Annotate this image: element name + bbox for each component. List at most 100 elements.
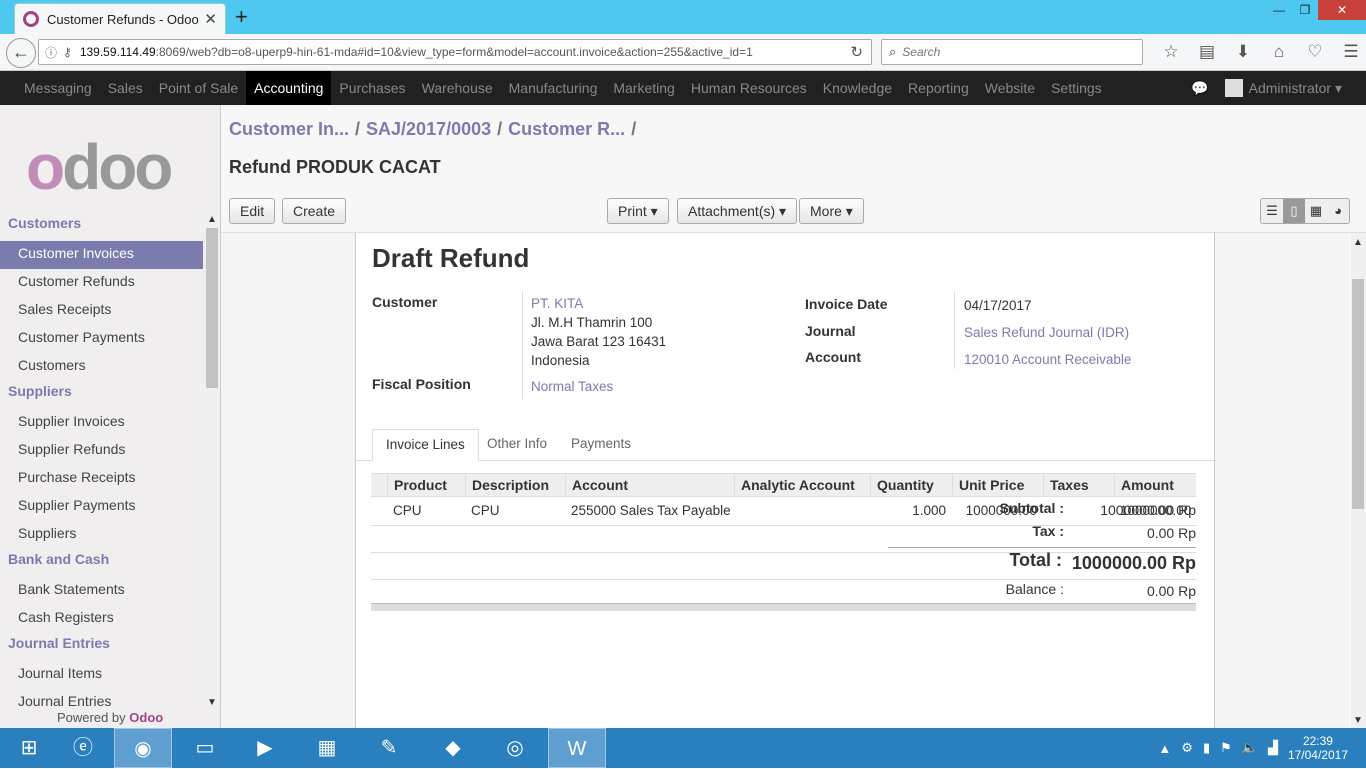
menu-settings[interactable]: Settings <box>1043 71 1110 105</box>
sidebar-item-purchase-receipts[interactable]: Purchase Receipts <box>0 465 203 493</box>
col-account[interactable]: Account <box>565 474 628 496</box>
breadcrumb-invoice[interactable]: SAJ/2017/0003 <box>366 119 491 139</box>
scrollbar-thumb[interactable] <box>206 228 218 388</box>
chrome-icon[interactable]: ◎ <box>486 728 544 768</box>
taskbar-clock[interactable]: 22:39 17/04/2017 <box>1288 734 1348 762</box>
tab-payments[interactable]: Payments <box>558 429 644 461</box>
col-amount[interactable]: Amount <box>1114 474 1174 496</box>
edit-button[interactable]: Edit <box>229 198 276 224</box>
back-arrow-icon[interactable]: ← <box>6 38 36 68</box>
sidebar-item-journal-items[interactable]: Journal Items <box>0 661 203 689</box>
tab-invoice-lines[interactable]: Invoice Lines <box>372 429 479 461</box>
info-icon[interactable]: ⓘ <box>45 44 57 61</box>
menu-reporting[interactable]: Reporting <box>900 71 977 105</box>
home-icon[interactable]: ⌂ <box>1261 42 1297 62</box>
sidebar-section-bank-and-cash[interactable]: Bank and Cash <box>0 549 203 577</box>
scroll-down-icon[interactable]: ▼ <box>207 697 217 708</box>
caret-down-icon[interactable]: ▾ <box>1331 80 1342 97</box>
sidebar-item-bank-statements[interactable]: Bank Statements <box>0 577 203 605</box>
firefox-icon[interactable]: ◉ <box>114 728 172 768</box>
sidebar-item-customer-invoices[interactable]: Customer Invoices <box>0 241 203 269</box>
form-view-icon[interactable]: ▯ <box>1283 199 1305 223</box>
scrollbar-thumb[interactable] <box>1352 279 1364 509</box>
url-text[interactable]: 139.59.114.49:8069/web?db=o8-uperp9-hin-… <box>80 45 753 59</box>
col-description[interactable]: Description <box>465 474 549 496</box>
media-player-classic-icon[interactable]: ▦ <box>298 728 356 768</box>
menu-website[interactable]: Website <box>977 71 1043 105</box>
pocket-icon[interactable]: ♡ <box>1297 42 1333 62</box>
sidebar-section-suppliers[interactable]: Suppliers <box>0 381 203 409</box>
menu-manufacturing[interactable]: Manufacturing <box>501 71 606 105</box>
customer-link[interactable]: PT. KITA <box>531 296 583 311</box>
sidebar-item-cash-registers[interactable]: Cash Registers <box>0 605 203 633</box>
sidebar-item-suppliers[interactable]: Suppliers <box>0 521 203 549</box>
fiscal-position-link[interactable]: Normal Taxes <box>531 379 613 394</box>
notepad-icon[interactable]: ✎ <box>360 728 418 768</box>
hamburger-menu-icon[interactable]: ☰ <box>1333 42 1366 62</box>
sidebar-item-customers[interactable]: Customers <box>0 353 203 381</box>
reading-list-icon[interactable]: ▤ <box>1189 42 1225 62</box>
odoo-logo[interactable]: odoo <box>26 135 173 199</box>
signal-icon[interactable]: ▟ <box>1268 740 1278 756</box>
tab-other-info[interactable]: Other Info <box>474 429 560 461</box>
print-button[interactable]: Print ▾ <box>607 198 669 224</box>
more-button[interactable]: More ▾ <box>799 198 864 224</box>
col-product[interactable]: Product <box>387 474 447 496</box>
col-analytic-account[interactable]: Analytic Account <box>734 474 855 496</box>
bookmark-star-icon[interactable]: ☆ <box>1153 42 1189 62</box>
menu-human-resources[interactable]: Human Resources <box>683 71 815 105</box>
show-hidden-icons-icon[interactable]: ▲ <box>1158 741 1171 756</box>
chat-icon[interactable]: 💬 <box>1191 80 1208 97</box>
sticky-notes-icon[interactable]: ◆ <box>424 728 482 768</box>
windows-start-icon[interactable]: ⊞ <box>0 728 58 768</box>
media-player-icon[interactable]: ▶ <box>236 728 294 768</box>
network-icon[interactable]: ⚙ <box>1181 740 1193 756</box>
file-explorer-icon[interactable]: ▭ <box>176 728 234 768</box>
close-tab-icon[interactable]: ✕ <box>204 10 217 28</box>
scroll-down-icon[interactable]: ▼ <box>1353 715 1363 726</box>
restore-window-icon[interactable]: ❐ <box>1292 0 1318 20</box>
sidebar-item-supplier-payments[interactable]: Supplier Payments <box>0 493 203 521</box>
menu-knowledge[interactable]: Knowledge <box>815 71 900 105</box>
col-taxes[interactable]: Taxes <box>1043 474 1089 496</box>
download-icon[interactable]: ⬇ <box>1225 42 1261 62</box>
sidebar-section-customers[interactable]: Customers <box>0 213 203 241</box>
sidebar-scrollbar[interactable]: ▲ ▼ <box>204 214 220 708</box>
menu-point-of-sale[interactable]: Point of Sale <box>151 71 246 105</box>
scroll-up-icon[interactable]: ▲ <box>1353 237 1363 248</box>
close-window-icon[interactable]: ✕ <box>1318 0 1366 20</box>
menu-messaging[interactable]: Messaging <box>16 71 100 105</box>
browser-tab[interactable]: Customer Refunds - Odoo ✕ <box>14 3 226 34</box>
sidebar-item-supplier-invoices[interactable]: Supplier Invoices <box>0 409 203 437</box>
create-button[interactable]: Create <box>282 198 347 224</box>
main-scrollbar[interactable]: ▲ ▼ <box>1350 233 1366 728</box>
account-link[interactable]: 120010 Account Receivable <box>964 352 1131 367</box>
menu-purchases[interactable]: Purchases <box>331 71 413 105</box>
attachments-button[interactable]: Attachment(s) ▾ <box>677 198 798 224</box>
reload-icon[interactable]: ↻ <box>850 43 863 61</box>
menu-accounting[interactable]: Accounting <box>246 71 332 105</box>
volume-icon[interactable]: 🔈 <box>1242 740 1258 756</box>
col-unit-price[interactable]: Unit Price <box>952 474 1024 496</box>
battery-icon[interactable]: ▮ <box>1203 740 1210 756</box>
graph-view-icon[interactable]: ◕ <box>1327 199 1349 223</box>
scroll-up-icon[interactable]: ▲ <box>207 214 217 225</box>
calendar-view-icon[interactable]: ▦ <box>1305 199 1327 223</box>
word-icon[interactable]: W <box>548 728 606 768</box>
menu-warehouse[interactable]: Warehouse <box>414 71 501 105</box>
menu-sales[interactable]: Sales <box>100 71 151 105</box>
sidebar-item-sales-receipts[interactable]: Sales Receipts <box>0 297 203 325</box>
minimize-window-icon[interactable]: — <box>1266 0 1292 20</box>
internet-explorer-icon[interactable]: ⓔ <box>54 728 112 768</box>
url-bar[interactable]: ⓘ ⚷ 139.59.114.49:8069/web?db=o8-uperp9-… <box>38 39 872 65</box>
powered-by-brand[interactable]: Odoo <box>129 710 163 725</box>
browser-search-input[interactable]: ⌕ Search <box>881 39 1143 65</box>
new-tab-icon[interactable]: + <box>235 4 248 30</box>
breadcrumb-customer-refunds[interactable]: Customer R... <box>508 119 625 139</box>
sidebar-item-customer-payments[interactable]: Customer Payments <box>0 325 203 353</box>
sidebar-item-customer-refunds[interactable]: Customer Refunds <box>0 269 203 297</box>
journal-link[interactable]: Sales Refund Journal (IDR) <box>964 325 1129 340</box>
breadcrumb-customer-invoices[interactable]: Customer In... <box>229 119 349 139</box>
sidebar-item-supplier-refunds[interactable]: Supplier Refunds <box>0 437 203 465</box>
col-quantity[interactable]: Quantity <box>870 474 934 496</box>
